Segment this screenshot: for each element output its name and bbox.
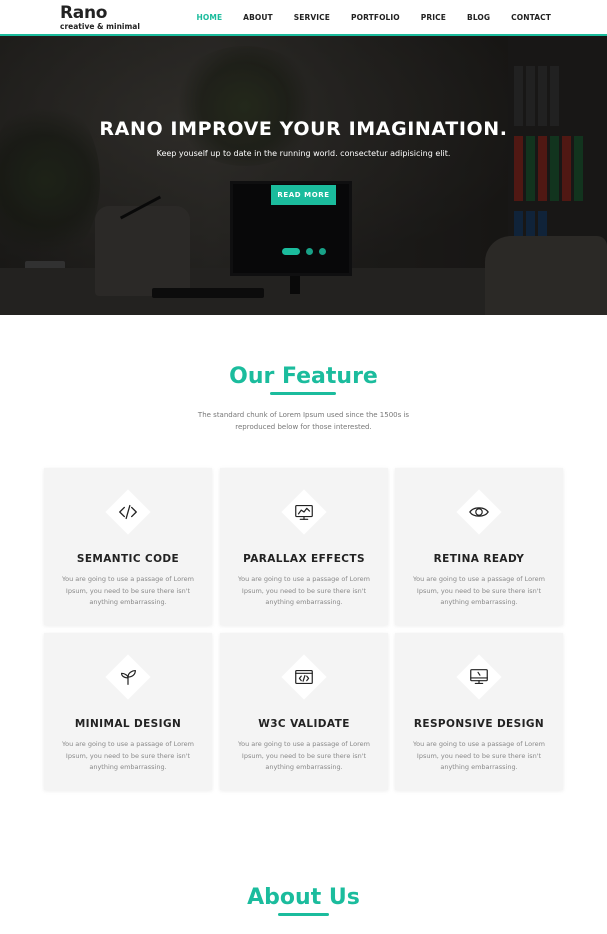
nav-home[interactable]: HOME <box>197 13 223 22</box>
site-header: Rano creative & minimal HOME ABOUT SERVI… <box>0 0 607 36</box>
feature-card-title: SEMANTIC CODE <box>76 553 180 565</box>
slider-dot-1[interactable] <box>282 248 300 255</box>
desktop-icon <box>470 669 488 685</box>
nav-contact[interactable]: CONTACT <box>511 13 551 22</box>
feature-card-title: PARALLAX EFFECTS <box>243 553 365 565</box>
browser-code-icon <box>295 669 313 685</box>
main-nav: HOME ABOUT SERVICE PORTFOLIO PRICE BLOG … <box>176 13 551 22</box>
logo-subtitle: creative & minimal <box>60 22 140 31</box>
feature-card-text: You are going to use a passage of Lorem … <box>412 575 545 606</box>
feature-card-title: W3C VALIDATE <box>258 718 350 730</box>
nav-service[interactable]: SERVICE <box>294 13 330 22</box>
nav-price[interactable]: PRICE <box>421 13 446 22</box>
feature-card-minimal-design: MINIMAL DESIGN You are going to use a pa… <box>44 633 212 790</box>
feature-card-w3c-validate: W3C VALIDATE You are going to use a pass… <box>220 633 388 790</box>
feature-icon-badge <box>456 489 502 535</box>
nav-about[interactable]: ABOUT <box>243 13 273 22</box>
feature-icon-badge <box>281 489 327 535</box>
feature-icon-badge <box>456 654 502 700</box>
slider-dots <box>282 248 332 255</box>
about-section-title: About Us <box>247 885 360 910</box>
feature-card-responsive-design: RESPONSIVE DESIGN You are going to use a… <box>395 633 563 790</box>
feature-section-description: The standard chunk of Lorem Ipsum used s… <box>197 411 410 431</box>
feature-card-text: You are going to use a passage of Lorem … <box>412 740 545 771</box>
feature-card-text: You are going to use a passage of Lorem … <box>237 575 370 606</box>
hero-overlay <box>0 36 607 315</box>
code-icon <box>119 504 137 520</box>
feature-card-semantic-code: SEMANTIC CODE You are going to use a pas… <box>44 468 212 625</box>
feature-section-title: Our Feature <box>229 364 378 389</box>
sprout-icon <box>120 669 136 685</box>
nav-portfolio[interactable]: PORTFOLIO <box>351 13 400 22</box>
feature-card-title: RETINA READY <box>433 553 525 565</box>
feature-card-text: You are going to use a passage of Lorem … <box>237 740 370 771</box>
feature-card-title: RESPONSIVE DESIGN <box>413 718 545 730</box>
feature-card-retina-ready: RETINA READY You are going to use a pass… <box>395 468 563 625</box>
hero-subtitle: Keep youself up to date in the running w… <box>156 149 451 158</box>
feature-icon-badge <box>105 489 151 535</box>
about-title-underline <box>278 913 329 916</box>
nav-blog[interactable]: BLOG <box>467 13 490 22</box>
eye-icon <box>469 507 489 517</box>
logo[interactable]: Rano creative & minimal <box>60 4 140 32</box>
monitor-chart-icon <box>295 504 313 520</box>
feature-card-text: You are going to use a passage of Lorem … <box>61 575 194 606</box>
read-more-button[interactable]: READ MORE <box>271 185 336 205</box>
feature-icon-badge <box>281 654 327 700</box>
feature-card-parallax-effects: PARALLAX EFFECTS You are going to use a … <box>220 468 388 625</box>
feature-title-underline <box>270 392 336 395</box>
slider-dot-3[interactable] <box>319 248 326 255</box>
hero-slider: RANO IMPROVE YOUR IMAGINATION. Keep yous… <box>0 36 607 315</box>
hero-title: RANO IMPROVE YOUR IMAGINATION. <box>99 118 508 140</box>
feature-card-title: MINIMAL DESIGN <box>74 718 182 730</box>
feature-icon-badge <box>105 654 151 700</box>
feature-card-text: You are going to use a passage of Lorem … <box>61 740 194 771</box>
logo-title: Rano <box>60 3 108 23</box>
slider-dot-2[interactable] <box>306 248 313 255</box>
